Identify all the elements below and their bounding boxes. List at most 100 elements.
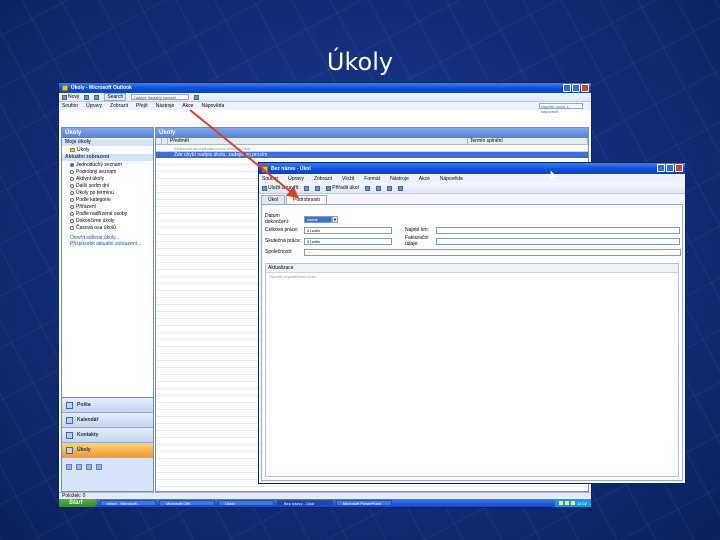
dlg-menu-file[interactable]: Soubor xyxy=(262,176,278,182)
task-app-icon xyxy=(262,165,268,172)
date-completed-dropdown[interactable]: ▼ xyxy=(332,215,338,223)
wunderbar-tasks[interactable]: Úkoly xyxy=(62,443,153,458)
menu-tools[interactable]: Nástroje xyxy=(156,103,175,109)
nav-section-my-tasks: Moje úkoly xyxy=(62,139,153,146)
date-completed-label: Datum dokončení: xyxy=(265,213,290,225)
maximize-button[interactable] xyxy=(572,84,580,92)
actual-work-field[interactable]: 0 hodin xyxy=(304,237,392,245)
menu-help[interactable]: Nápověda xyxy=(201,103,224,109)
dialog-maximize-button[interactable] xyxy=(666,164,674,172)
tab-task[interactable]: Úkol xyxy=(261,195,286,204)
nav-pane-title: Úkoly xyxy=(62,128,153,138)
radio-icon xyxy=(70,211,74,216)
tray-icon[interactable] xyxy=(558,501,563,505)
address-book-input[interactable]: Zadejte hledaný kontakt xyxy=(131,94,190,100)
total-work-field[interactable]: 0 hodin xyxy=(304,226,392,234)
view-option[interactable]: Podle nadřízené osoby xyxy=(62,210,153,217)
companies-field[interactable] xyxy=(304,248,681,256)
view-option[interactable]: Podrobný seznam xyxy=(62,168,153,175)
configure-buttons-icon[interactable] xyxy=(96,464,102,470)
attach-button[interactable] xyxy=(304,185,310,191)
delete-task-button[interactable] xyxy=(364,185,370,191)
dlg-menu-insert[interactable]: Vložit xyxy=(342,176,354,182)
start-button[interactable]: Start xyxy=(59,499,97,507)
wunderbar-contacts[interactable]: Kontakty xyxy=(62,428,153,443)
dialog-titlebar: Bez názvu - Úkol xyxy=(259,163,685,174)
taskbar-button[interactable]: Úkoly xyxy=(218,500,274,506)
mileage-field[interactable] xyxy=(436,226,680,234)
wunderbar-calendar-label: Kalendář xyxy=(77,417,99,423)
tray-icon[interactable] xyxy=(564,501,569,505)
taskbar-button[interactable]: Inbox - Microsoft... xyxy=(100,500,156,506)
taskbar-button[interactable]: Microsoft PowerPoint xyxy=(336,500,392,506)
print-button[interactable] xyxy=(84,94,90,100)
help-button[interactable] xyxy=(194,94,200,100)
view-option-label: Úkoly po termínu xyxy=(76,189,114,196)
column-due-date[interactable]: Termín splnění xyxy=(468,138,588,144)
folder-list-icon[interactable] xyxy=(76,464,82,470)
wunderbar-mail-label: Pošta xyxy=(77,402,91,408)
wunderbar-mail[interactable]: Pošta xyxy=(62,398,153,413)
dialog-close-button[interactable] xyxy=(675,164,683,172)
assign-icon xyxy=(326,185,332,191)
view-option[interactable]: Dokončené úkoly xyxy=(62,217,153,224)
next-item-button[interactable] xyxy=(386,185,392,191)
assign-task-button[interactable]: Přiřadit úkol xyxy=(326,185,359,191)
nav-folder-tasks[interactable]: Úkoly xyxy=(62,146,153,153)
dialog-toolbar: Uložit a zavřít Přiřadit úkol xyxy=(259,183,685,194)
billing-field[interactable] xyxy=(436,237,680,245)
dialog-title: Bez názvu - Úkol xyxy=(271,165,311,172)
dlg-menu-help[interactable]: Nápověda xyxy=(440,176,463,182)
new-button[interactable]: Nový xyxy=(62,94,79,100)
menu-go[interactable]: Přejít xyxy=(136,103,148,109)
menu-file[interactable]: Soubor xyxy=(62,103,78,109)
task-list-title: Úkoly xyxy=(156,128,588,138)
search-button[interactable]: Search xyxy=(104,93,127,101)
tray-icon[interactable] xyxy=(570,501,575,505)
taskbar-button[interactable]: Microsoft Offi... xyxy=(159,500,215,506)
delete-button[interactable] xyxy=(94,94,100,100)
standard-toolbar: Nový Search Zadejte hledaný kontakt xyxy=(59,93,591,102)
dialog-help-button[interactable] xyxy=(397,185,403,191)
view-option-label: Časová osa úkolů xyxy=(76,224,116,231)
radio-icon xyxy=(70,218,74,223)
tab-details[interactable]: Podrobnosti xyxy=(286,195,327,204)
assign-task-label: Přiřadit úkol xyxy=(332,185,359,191)
taskbar-button[interactable]: Bez názvu - Úkol xyxy=(277,500,333,506)
view-option[interactable]: Podle kategorie xyxy=(62,196,153,203)
menu-edit[interactable]: Úpravy xyxy=(86,103,102,109)
dlg-menu-tools[interactable]: Nástroje xyxy=(390,176,409,182)
recurrence-button[interactable] xyxy=(315,185,321,191)
view-option[interactable]: Úkoly po termínu xyxy=(62,189,153,196)
navigation-pane: Úkoly Moje úkoly Úkoly Aktuální zobrazen… xyxy=(61,127,154,492)
previous-item-button[interactable] xyxy=(375,185,381,191)
notes-icon[interactable] xyxy=(66,464,72,470)
menu-view[interactable]: Zobrazit xyxy=(110,103,128,109)
view-option[interactable]: Přiřazení xyxy=(62,203,153,210)
new-task-row[interactable]: Klepnutím sem přidáte novou položku Úkol xyxy=(156,145,588,152)
dialog-tabs: Úkol Podrobnosti xyxy=(261,195,327,204)
menu-actions[interactable]: Akce xyxy=(182,103,193,109)
view-option[interactable]: Jednoduchý seznam xyxy=(62,161,153,168)
help-question-input[interactable]: Napište dotaz k nápovědě xyxy=(539,103,583,114)
dlg-menu-actions[interactable]: Akce xyxy=(419,176,430,182)
view-option-label: Jednoduchý seznam xyxy=(76,161,122,168)
close-button[interactable] xyxy=(581,84,589,92)
view-option[interactable]: Časová osa úkolů xyxy=(62,224,153,231)
dlg-menu-view[interactable]: Zobrazit xyxy=(314,176,332,182)
view-option[interactable]: Aktivní úkoly xyxy=(62,175,153,182)
dialog-minimize-button[interactable] xyxy=(657,164,665,172)
view-option[interactable]: Další sedm dní xyxy=(62,182,153,189)
dlg-menu-edit[interactable]: Úpravy xyxy=(288,176,304,182)
wunderbar-calendar[interactable]: Kalendář xyxy=(62,413,153,428)
customize-view-link[interactable]: Přizpůsobit aktuální zobrazení... xyxy=(62,241,153,247)
dlg-menu-format[interactable]: Formát xyxy=(364,176,380,182)
shortcuts-icon[interactable] xyxy=(86,464,92,470)
outlook-app-icon xyxy=(62,85,68,91)
save-close-button[interactable]: Uložit a zavřít xyxy=(262,185,298,191)
create-unassigned-copy-button[interactable]: Vytvořit nepřidělenou kopii xyxy=(266,273,678,281)
minimize-button[interactable] xyxy=(563,84,571,92)
column-subject[interactable]: Předmět xyxy=(168,138,468,144)
task-dialog: Bez názvu - Úkol Soubor Úpravy Zobrazit … xyxy=(258,162,686,484)
date-completed-field[interactable]: žádné xyxy=(304,215,332,223)
